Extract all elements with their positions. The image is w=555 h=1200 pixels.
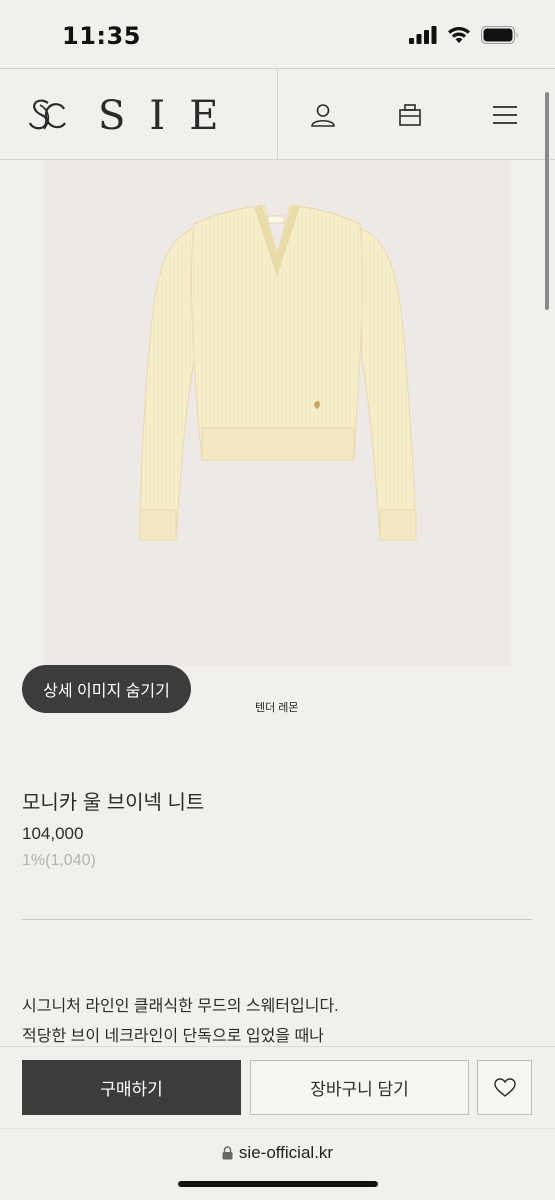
lock-icon	[222, 1146, 233, 1160]
logo-monogram-icon	[28, 99, 66, 130]
product-name: 모니카 울 브이넥 니트	[22, 792, 205, 814]
logo[interactable]: SIE	[26, 93, 242, 139]
product-points: 1%(1,040)	[22, 852, 96, 869]
product-image[interactable]	[44, 160, 511, 666]
toggle-detail-images-button[interactable]: 상세 이미지 숨기기	[22, 665, 191, 713]
buy-now-button[interactable]: 구매하기	[22, 1060, 241, 1115]
color-name: 텐더 레몬	[255, 702, 299, 714]
home-indicator[interactable]	[178, 1181, 378, 1187]
cellular-signal-icon	[409, 26, 437, 44]
browser-url-bar[interactable]: sie-official.kr	[0, 1128, 555, 1200]
account-button[interactable]	[305, 97, 341, 133]
wishlist-button[interactable]	[477, 1060, 532, 1115]
description-line: 시그니처 라인인 클래식한 무드의 스웨터입니다.	[22, 998, 339, 1015]
product-price: 104,000	[22, 824, 84, 843]
battery-icon	[481, 26, 518, 44]
hamburger-menu-icon	[493, 106, 517, 124]
site-header: SIE	[0, 68, 555, 161]
shopping-bag-button[interactable]	[392, 97, 428, 133]
status-bar: 11:35	[0, 0, 555, 68]
header-divider	[277, 69, 278, 161]
scroll-indicator[interactable]	[545, 92, 549, 310]
logo-wordmark: SIE	[98, 93, 243, 139]
add-to-cart-button[interactable]: 장바구니 담기	[250, 1060, 469, 1115]
menu-button[interactable]	[487, 97, 523, 133]
status-time: 11:35	[62, 22, 141, 50]
user-icon	[311, 104, 335, 127]
shopping-bag-icon	[399, 104, 421, 126]
action-bar: 구매하기 장바구니 담기	[0, 1046, 555, 1128]
wifi-icon	[448, 27, 470, 43]
status-icons	[409, 26, 519, 44]
url-display[interactable]: sie-official.kr	[0, 1143, 555, 1163]
url-text: sie-official.kr	[238, 1143, 334, 1162]
section-divider	[22, 919, 532, 920]
product-description: 시그니처 라인인 클래식한 무드의 스웨터입니다. 적당한 브이 네크라인이 단…	[22, 992, 339, 1052]
sweater-illustration	[139, 204, 417, 541]
heart-icon	[493, 1077, 516, 1097]
